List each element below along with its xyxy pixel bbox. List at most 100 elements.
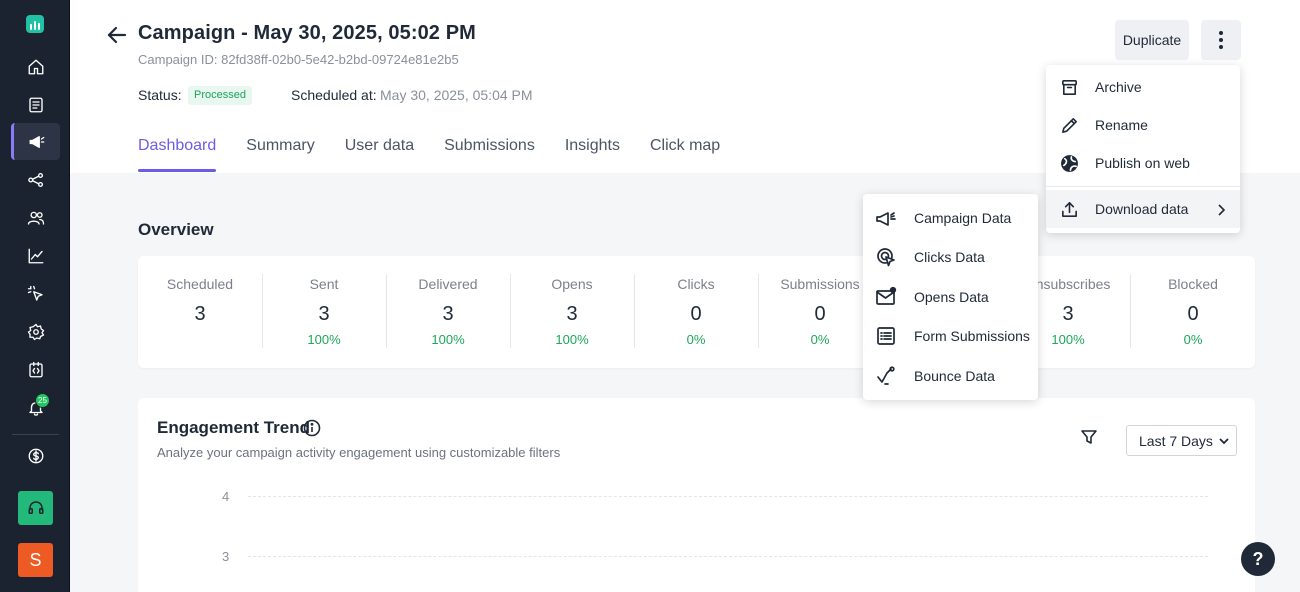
- menu-item-label: Archive: [1095, 79, 1142, 95]
- menu-item-campaign-data[interactable]: Campaign Data: [863, 199, 1038, 237]
- stat-percent: 100%: [431, 332, 465, 347]
- chevron-down-icon: [1219, 437, 1229, 444]
- chart-icon[interactable]: [11, 237, 60, 274]
- stat-label: Sent: [309, 276, 339, 292]
- more-options-menu: Archive Rename Publish on web Download d…: [1046, 65, 1240, 233]
- menu-item-label: Form Submissions: [914, 328, 1030, 344]
- upload-icon: [1060, 200, 1079, 219]
- gridline: [248, 496, 1208, 497]
- campaign-id: Campaign ID: 82fd38ff-02b0-5e42-b2bd-097…: [138, 52, 459, 67]
- stat-sent: Sent 3 100%: [262, 256, 386, 368]
- duplicate-button[interactable]: Duplicate: [1115, 20, 1189, 60]
- stat-label: Clicks: [677, 276, 715, 292]
- menu-divider: [1046, 186, 1240, 187]
- overview-title: Overview: [138, 220, 214, 239]
- archive-icon: [1060, 78, 1079, 97]
- stat-label: Opens: [551, 276, 593, 292]
- menu-item-bounce-data[interactable]: Bounce Data: [863, 357, 1038, 395]
- stat-value: 3: [442, 303, 454, 325]
- stat-opens: Opens 3 100%: [510, 256, 634, 368]
- menu-item-rename[interactable]: Rename: [1046, 106, 1240, 144]
- stat-scheduled: Scheduled 3: [138, 256, 262, 368]
- back-arrow-icon[interactable]: [107, 26, 127, 44]
- more-options-button[interactable]: [1201, 20, 1241, 60]
- kebab-icon: [1219, 30, 1223, 51]
- y-tick-label: 3: [222, 549, 230, 564]
- stat-value: 3: [194, 303, 206, 325]
- menu-item-label: Publish on web: [1095, 155, 1190, 171]
- menu-item-label: Campaign Data: [914, 210, 1012, 226]
- download-data-submenu: Campaign Data Clicks Data Opens Data For…: [863, 194, 1038, 400]
- pointer-icon[interactable]: [11, 275, 60, 312]
- sidebar-divider: [12, 434, 59, 435]
- tab-user-data[interactable]: User data: [345, 137, 414, 173]
- megaphone-icon[interactable]: [11, 123, 60, 160]
- logo-icon[interactable]: [26, 15, 44, 33]
- gridline: [248, 556, 1208, 557]
- date-range-value: Last 7 Days: [1139, 432, 1213, 449]
- pencil-icon: [1060, 116, 1079, 135]
- y-tick-label: 4: [222, 489, 230, 504]
- menu-item-label: Download data: [1095, 201, 1189, 217]
- chevron-right-icon: [1217, 203, 1226, 216]
- home-icon[interactable]: [11, 48, 60, 85]
- billing-icon[interactable]: [11, 437, 60, 474]
- tab-click-map[interactable]: Click map: [650, 137, 720, 173]
- tab-insights[interactable]: Insights: [565, 137, 620, 173]
- headset-icon: [28, 501, 43, 514]
- support-button[interactable]: [18, 491, 53, 525]
- menu-item-label: Clicks Data: [914, 249, 985, 265]
- stat-value: 3: [318, 303, 330, 325]
- tab-dashboard[interactable]: Dashboard: [138, 137, 217, 173]
- document-icon[interactable]: [11, 86, 60, 123]
- mail-icon: [875, 286, 897, 308]
- date-range-select[interactable]: Last 7 Days: [1126, 425, 1237, 456]
- stat-percent: 0%: [1183, 332, 1203, 347]
- scheduled-value: May 30, 2025, 05:04 PM: [380, 87, 533, 103]
- stat-delivered: Delivered 3 100%: [386, 256, 510, 368]
- menu-item-download-data[interactable]: Download data: [1046, 190, 1240, 228]
- stat-value: 0: [690, 303, 702, 325]
- menu-item-label: Bounce Data: [914, 368, 995, 384]
- share-icon[interactable]: [11, 161, 60, 198]
- scheduled-label: Scheduled at:: [291, 87, 377, 103]
- stat-clicks: Clicks 0 0%: [634, 256, 758, 368]
- megaphone-icon: [875, 207, 897, 229]
- menu-item-archive[interactable]: Archive: [1046, 68, 1240, 106]
- stats-card: Scheduled 3 Sent 3 100% Delivered 3 100%…: [138, 256, 1255, 368]
- notification-badge: 25: [35, 393, 50, 408]
- filter-icon[interactable]: [1080, 428, 1098, 446]
- stat-percent: 100%: [307, 332, 341, 347]
- stat-blocked: Blocked 0 0%: [1131, 256, 1255, 368]
- stat-percent: 0%: [686, 332, 706, 347]
- bounce-icon: [875, 365, 897, 387]
- status-badge: Processed: [188, 86, 252, 105]
- menu-item-form-submissions[interactable]: Form Submissions: [863, 317, 1038, 355]
- settings-icon[interactable]: [11, 313, 60, 350]
- stat-label: Delivered: [418, 276, 478, 292]
- stat-label: Scheduled: [166, 276, 234, 292]
- engagement-title: Engagement Trend: [157, 418, 311, 437]
- info-icon[interactable]: [303, 419, 321, 437]
- sidebar: 25 S: [0, 0, 70, 592]
- menu-item-publish-on-web[interactable]: Publish on web: [1046, 144, 1240, 182]
- tab-bar: Dashboard Summary User data Submissions …: [138, 137, 750, 173]
- tab-summary[interactable]: Summary: [246, 137, 314, 173]
- status-label: Status:: [138, 87, 182, 103]
- menu-item-label: Rename: [1095, 117, 1148, 133]
- bell-icon[interactable]: [11, 389, 60, 426]
- tab-submissions[interactable]: Submissions: [444, 137, 535, 173]
- avatar[interactable]: S: [18, 543, 53, 577]
- stat-label: Blocked: [1168, 276, 1218, 292]
- code-icon[interactable]: [11, 351, 60, 388]
- form-icon: [875, 325, 897, 347]
- click-icon: [875, 246, 897, 268]
- stat-value: 3: [566, 303, 578, 325]
- help-button[interactable]: ?: [1241, 542, 1275, 576]
- page-title: Campaign - May 30, 2025, 05:02 PM: [138, 22, 476, 44]
- menu-item-opens-data[interactable]: Opens Data: [863, 278, 1038, 316]
- menu-item-clicks-data[interactable]: Clicks Data: [863, 238, 1038, 276]
- users-icon[interactable]: [11, 199, 60, 236]
- stat-percent: 100%: [555, 332, 589, 347]
- globe-icon: [1060, 154, 1079, 173]
